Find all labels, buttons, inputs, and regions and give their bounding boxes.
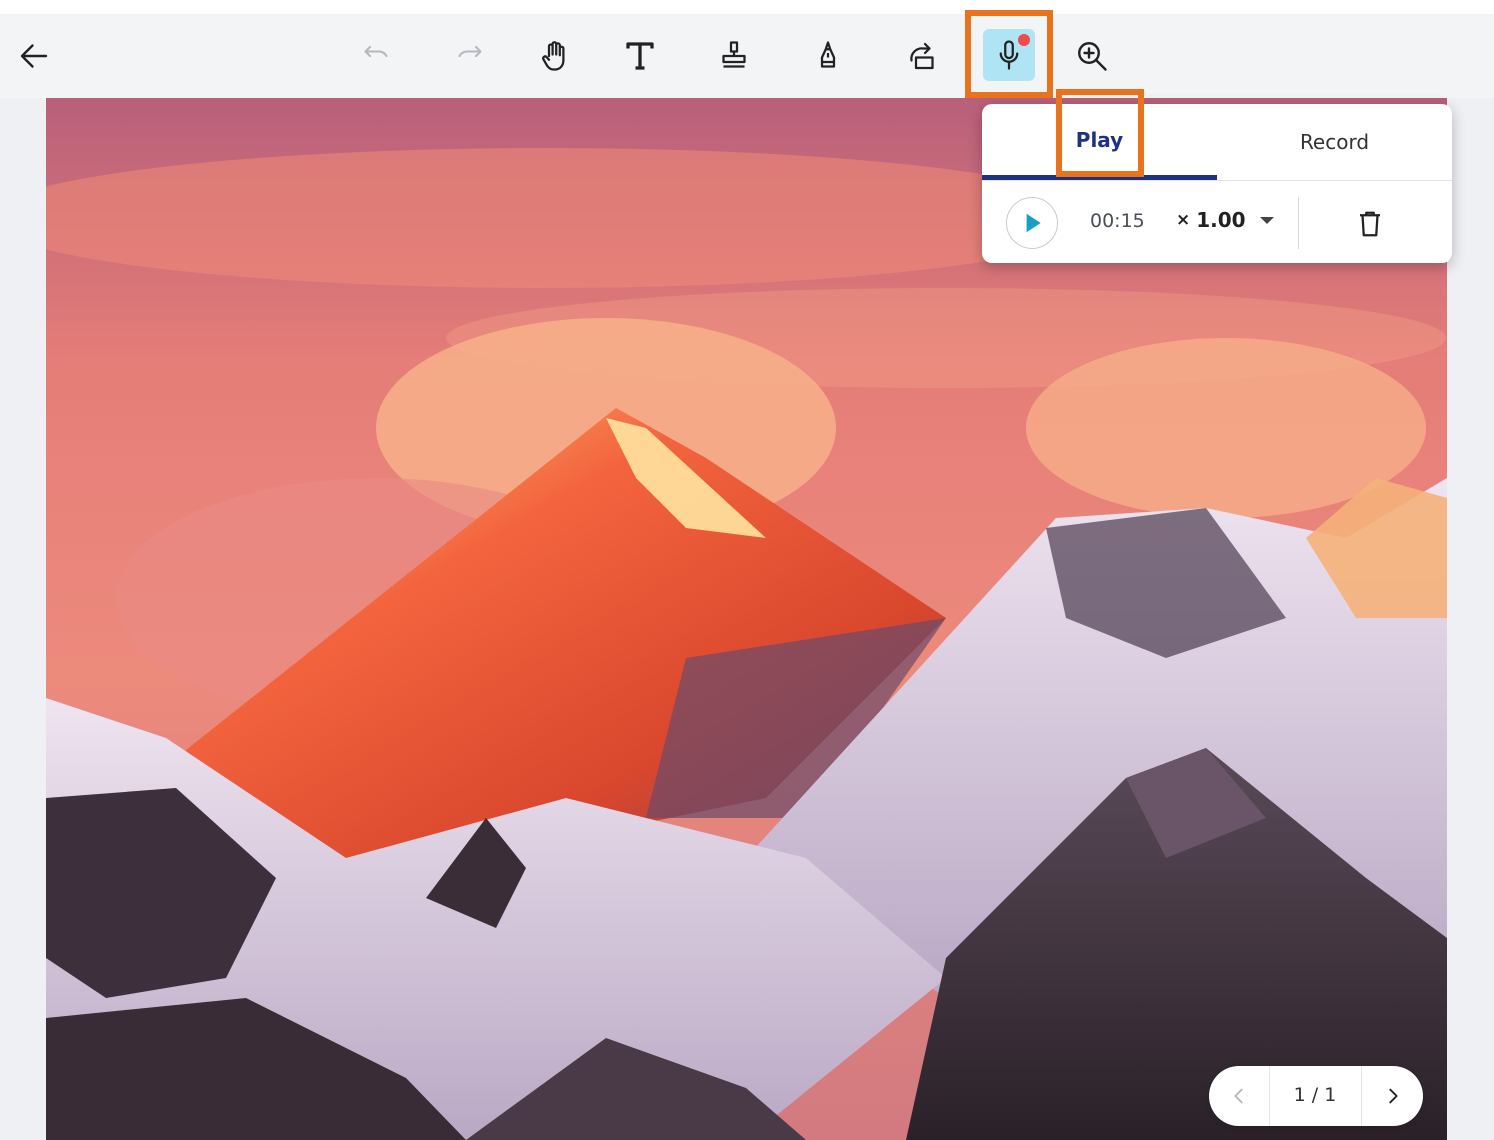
audio-button[interactable] [983,29,1035,81]
share-button[interactable] [898,32,946,80]
text-tool-icon [626,42,654,70]
pan-tool-button[interactable] [531,32,579,80]
speed-prefix: × [1176,210,1191,230]
signature-tool-button[interactable] [804,32,852,80]
recording-indicator-dot [1018,34,1030,46]
delete-audio-button[interactable] [1350,204,1390,244]
signature-pen-icon [820,41,836,68]
popover-divider [982,180,1452,181]
audio-duration: 00:15 [1090,210,1145,232]
popover-separator [1298,197,1299,249]
tab-record[interactable]: Record [1217,104,1452,180]
page-navigator: 1 / 1 [1209,1066,1423,1126]
toolbar [0,14,1494,98]
pager-divider [1361,1066,1362,1126]
tab-play[interactable]: Play [982,104,1217,180]
undo-icon [364,45,388,58]
chevron-left-icon [1234,1088,1243,1104]
hand-pan-icon [542,41,565,71]
zoom-button[interactable] [1068,32,1116,80]
text-tool-button[interactable] [616,32,664,80]
chevron-right-icon [1389,1088,1398,1104]
next-page-button[interactable] [1371,1074,1415,1118]
stamp-icon [722,41,746,68]
trash-icon [1360,211,1380,237]
page-indicator: 1 / 1 [1293,1084,1337,1106]
caret-down-icon [1259,216,1274,224]
top-strip [0,0,1494,14]
play-icon [1026,213,1041,233]
undo-button[interactable] [352,32,400,80]
play-audio-button[interactable] [1006,197,1058,249]
share-export-icon [910,42,934,70]
stamp-tool-button[interactable] [710,32,758,80]
redo-button[interactable] [446,32,494,80]
audio-popover: Play Record 00:15 × 1.00 [982,104,1452,263]
zoom-in-icon [1078,42,1107,71]
previous-page-button[interactable] [1217,1074,1261,1118]
back-arrow-icon [20,44,48,68]
redo-icon [458,45,482,58]
speed-value: 1.00 [1196,208,1246,232]
playback-speed-select[interactable]: × 1.00 [1176,208,1274,232]
back-button[interactable] [10,32,58,80]
